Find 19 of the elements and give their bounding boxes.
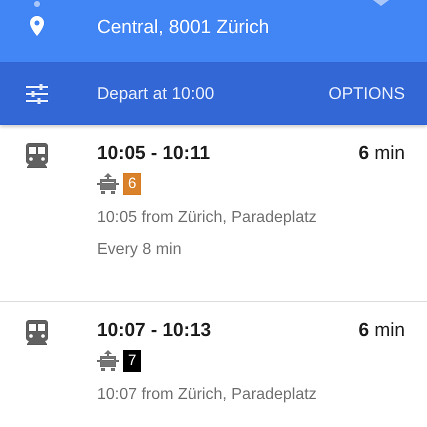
line-badge: 7: [123, 350, 142, 372]
location-pin-icon: [30, 16, 44, 36]
route-time: 10:05 - 10:11: [97, 143, 210, 165]
route-duration: 6 min: [358, 320, 405, 342]
train-icon: [25, 320, 49, 346]
route-duration: 6 min: [358, 143, 405, 165]
train-icon: [25, 143, 49, 169]
sliders-icon[interactable]: [26, 84, 48, 104]
departure-text: 10:07 from Zürich, Paradeplatz: [97, 386, 318, 404]
frequency-text: Every 8 min: [97, 241, 182, 259]
destination-text: Central, 8001 Zürich: [97, 17, 270, 39]
options-button[interactable]: OPTIONS: [328, 84, 405, 104]
tram-icon: [97, 173, 119, 195]
route-time: 10:07 - 10:13: [97, 320, 212, 342]
depart-time-text: Depart at 10:00: [97, 84, 216, 104]
line-badge: 6: [123, 173, 142, 195]
tram-icon: [97, 350, 119, 372]
dot-icon: [34, 1, 40, 7]
departure-text: 10:05 from Zürich, Paradeplatz: [97, 209, 318, 227]
